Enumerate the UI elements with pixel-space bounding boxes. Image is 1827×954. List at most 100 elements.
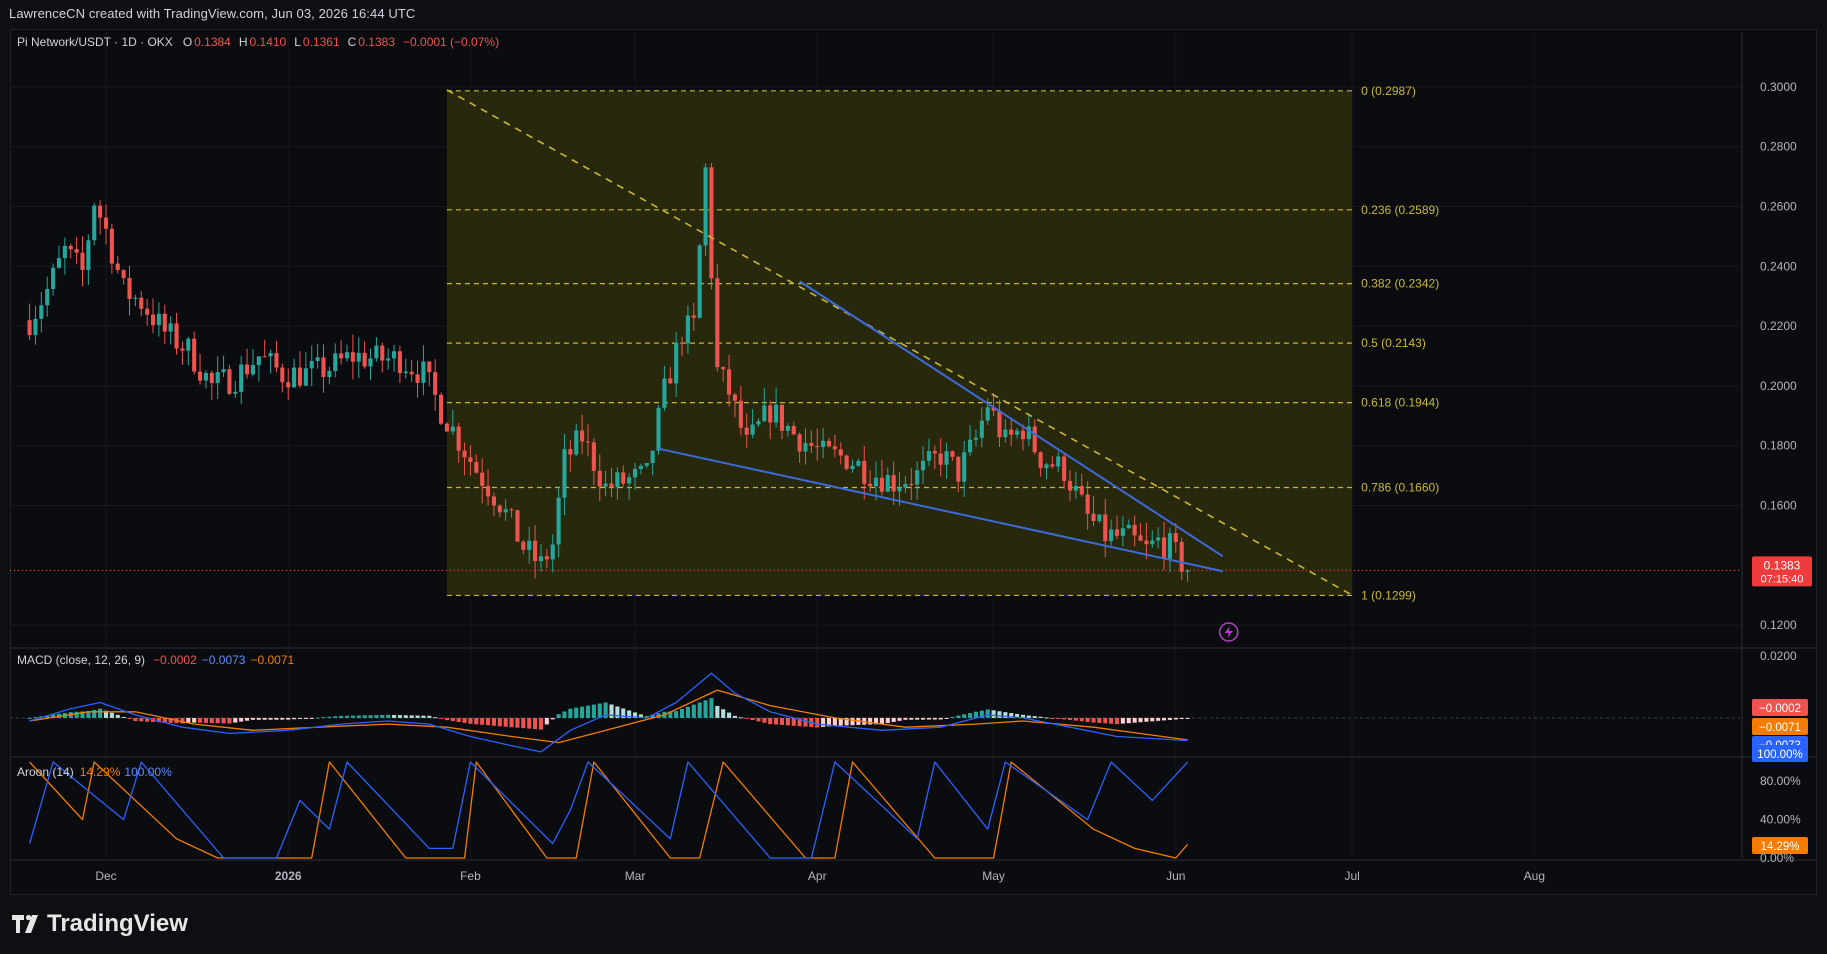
time-axis-tick: Apr bbox=[808, 869, 827, 883]
candle-body bbox=[885, 475, 890, 492]
tradingview-logo-text: TradingView bbox=[47, 910, 188, 937]
candle-body bbox=[245, 364, 250, 375]
price-axis-tick: 0.2800 bbox=[1760, 140, 1797, 154]
candle-body bbox=[879, 477, 884, 492]
candle-body bbox=[985, 407, 990, 421]
open-label: O bbox=[183, 35, 192, 49]
candle-body bbox=[1085, 494, 1090, 514]
candle-body bbox=[450, 426, 455, 432]
macd-histogram-bar bbox=[268, 717, 273, 720]
macd-histogram-bar bbox=[203, 717, 208, 723]
macd-histogram-bar bbox=[850, 717, 855, 726]
candle-body bbox=[585, 441, 591, 443]
candle-body bbox=[1167, 533, 1172, 559]
macd-legend-name: MACD (close, 12, 26, 9) bbox=[17, 653, 145, 667]
macd-histogram-bar bbox=[768, 717, 773, 725]
candle-body bbox=[491, 496, 497, 506]
macd-histogram-bar bbox=[427, 715, 432, 718]
candle-body bbox=[727, 369, 732, 395]
candle-body bbox=[803, 443, 808, 452]
candle-body bbox=[1044, 464, 1049, 468]
candle-body bbox=[915, 470, 920, 485]
macd-histogram-bar bbox=[821, 717, 826, 727]
candle-body bbox=[444, 423, 449, 432]
candle-body bbox=[162, 313, 167, 332]
macd-histogram-bar bbox=[1073, 717, 1078, 721]
aroon-axis-tick: 40.00% bbox=[1760, 813, 1801, 827]
candle-body bbox=[350, 352, 355, 362]
macd-histogram-bar bbox=[115, 714, 120, 718]
candle-body bbox=[732, 394, 738, 401]
macd-histogram-bar bbox=[779, 717, 785, 725]
macd-histogram-bar bbox=[368, 715, 373, 718]
macd-histogram-bar bbox=[139, 717, 144, 722]
aroon-value-badge-text: 14.29% bbox=[1760, 841, 1799, 853]
macd-histogram-bar bbox=[1144, 717, 1149, 722]
candle-body bbox=[891, 475, 896, 492]
macd-histogram-bar bbox=[691, 704, 696, 718]
candle-body bbox=[756, 421, 761, 425]
macd-histogram-bar bbox=[1056, 717, 1061, 719]
time-axis-tick: Jul bbox=[1344, 869, 1359, 883]
aroon-legend-down: 14.29% bbox=[80, 765, 121, 779]
candle-body bbox=[956, 456, 961, 482]
macd-histogram-bar bbox=[33, 717, 38, 719]
macd-histogram-bar bbox=[968, 713, 973, 718]
macd-histogram-bar bbox=[98, 708, 103, 718]
macd-histogram-bar bbox=[580, 706, 585, 718]
macd-histogram-bar bbox=[462, 717, 467, 723]
macd-histogram-bar bbox=[932, 717, 937, 720]
macd-legend-hist: −0.0002 bbox=[153, 653, 197, 667]
candle-body bbox=[486, 485, 491, 497]
macd-histogram-bar bbox=[362, 715, 367, 718]
candle-body bbox=[1173, 533, 1178, 542]
candle-body bbox=[1114, 529, 1120, 536]
candle-body bbox=[1079, 485, 1084, 495]
tradingview-chart[interactable]: 0 (0.2987) 0.236 (0.2589) 0.382 (0.2342) 0.… bbox=[0, 0, 1827, 954]
candle-body bbox=[844, 455, 849, 469]
candle-body bbox=[39, 305, 44, 319]
candle-body bbox=[938, 453, 943, 465]
open-value: 0.1384 bbox=[194, 35, 231, 49]
time-axis-tick: Jun bbox=[1166, 869, 1185, 883]
macd-legend-signal: −0.0071 bbox=[250, 653, 294, 667]
macd-histogram-bar bbox=[885, 717, 890, 724]
candle-body bbox=[415, 374, 420, 383]
macd-histogram-bar bbox=[397, 715, 402, 718]
macd-histogram-bar bbox=[732, 715, 738, 718]
macd-histogram-bar bbox=[1179, 717, 1184, 720]
tradingview-logo: TradingView bbox=[11, 910, 188, 938]
candle-body bbox=[903, 484, 908, 488]
macd-legend-macd: −0.0073 bbox=[202, 653, 246, 667]
macd-histogram-bar bbox=[1038, 716, 1043, 718]
candle-body bbox=[86, 240, 91, 270]
candle-body bbox=[309, 360, 314, 369]
candle-body bbox=[1067, 480, 1073, 491]
candle-body bbox=[115, 263, 120, 271]
macd-histogram-bar bbox=[333, 716, 338, 718]
candle-body bbox=[274, 353, 279, 368]
aroon-up-line bbox=[28, 761, 1189, 859]
candle-body bbox=[968, 439, 973, 453]
macd-histogram-bar bbox=[562, 711, 567, 718]
candle-body bbox=[374, 345, 379, 359]
macd-histogram-bar bbox=[262, 717, 267, 720]
candle-body bbox=[644, 462, 649, 466]
candle-body bbox=[1103, 514, 1108, 542]
candle-body bbox=[474, 461, 479, 473]
candle-body bbox=[1161, 537, 1167, 559]
candle-body bbox=[715, 278, 720, 368]
candle-body bbox=[521, 541, 526, 550]
time-axis-tick: Dec bbox=[95, 869, 116, 883]
candle-body bbox=[1073, 485, 1078, 491]
macd-histogram-bar bbox=[344, 715, 350, 718]
candle-body bbox=[56, 258, 62, 268]
candle-body bbox=[638, 465, 643, 469]
macd-histogram-bar bbox=[515, 717, 520, 728]
candle-body bbox=[1015, 430, 1020, 435]
candle-body bbox=[597, 470, 602, 487]
candle-body bbox=[679, 342, 685, 344]
candle-body bbox=[186, 338, 191, 351]
macd-histogram-bar bbox=[1044, 717, 1049, 719]
candle-body bbox=[409, 371, 414, 375]
